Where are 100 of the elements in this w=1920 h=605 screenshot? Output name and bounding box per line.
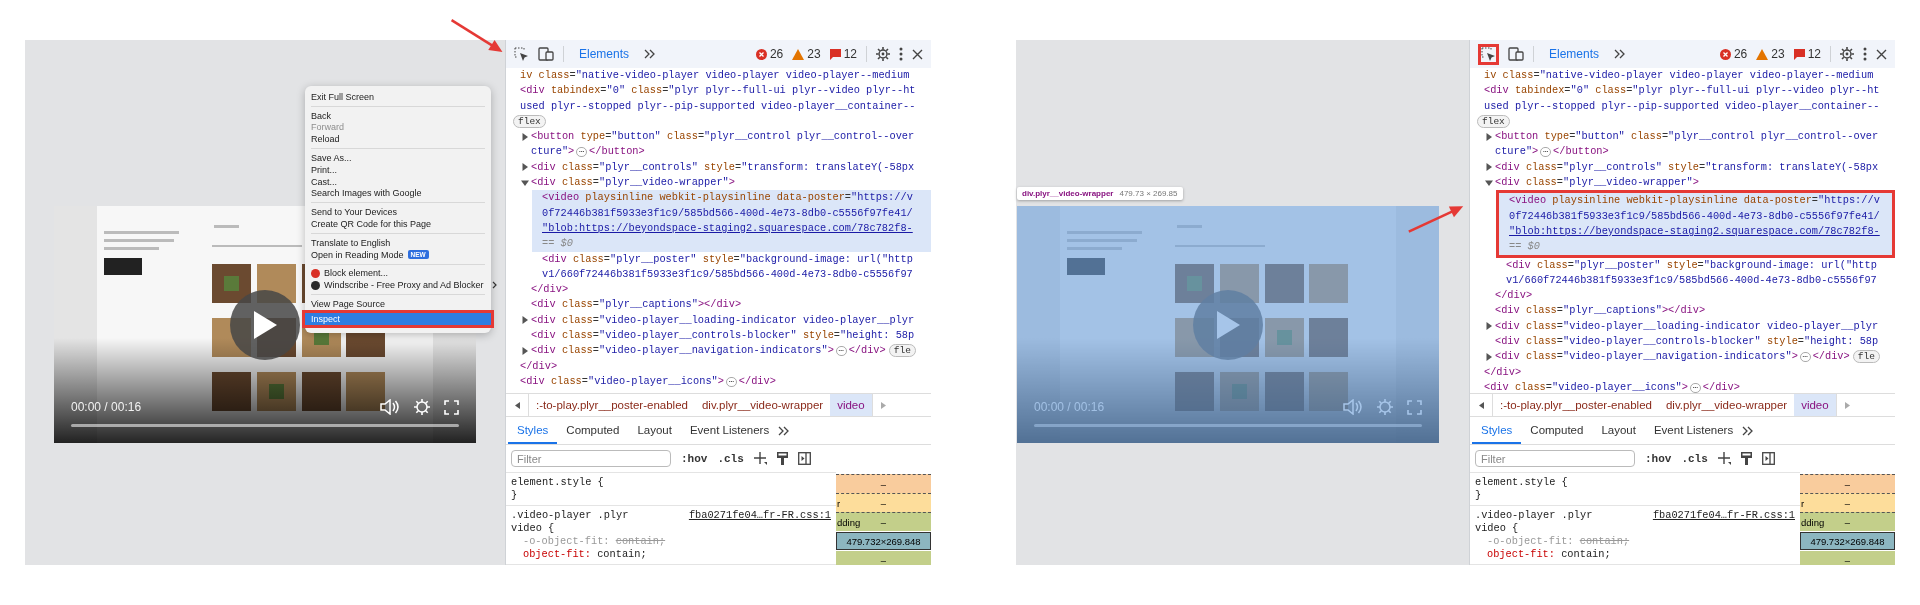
layout-badge[interactable]: fle — [1852, 350, 1880, 364]
disclosure-triangle-icon[interactable] — [1485, 178, 1493, 187]
menu-item[interactable]: Print... — [305, 164, 491, 176]
issue-count[interactable]: 12 — [1807, 47, 1821, 61]
code-line: <div class="video-player__icons"> — [520, 373, 724, 389]
disclosure-triangle-icon[interactable] — [521, 163, 529, 172]
menu-item[interactable]: View Page Source — [305, 298, 491, 310]
menu-item[interactable]: Exit Full Screen — [305, 91, 491, 103]
element-selector: div.plyr__video-wrapper — [1022, 189, 1114, 198]
box-value: – — [880, 497, 887, 509]
menu-item[interactable]: Reload — [305, 133, 491, 146]
sidebar-toggle-icon[interactable] — [797, 452, 811, 465]
code-line: </button> — [589, 144, 645, 160]
disclosure-triangle-icon[interactable] — [1485, 322, 1493, 331]
class-toggle[interactable]: .cls — [717, 452, 744, 465]
more-tabs-icon[interactable] — [778, 425, 791, 436]
code-line: <div class="plyr__captions"></div> — [1495, 303, 1706, 319]
hover-state-toggle[interactable]: :hov — [1645, 452, 1672, 465]
panel-tab[interactable]: Elements — [1543, 47, 1606, 61]
sidebar-tab[interactable]: Event Listeners — [1644, 417, 1743, 444]
plus-icon[interactable] — [753, 452, 767, 465]
warning-count[interactable]: 23 — [807, 47, 821, 61]
paint-brush-icon[interactable] — [1740, 452, 1752, 465]
device-toolbar-icon[interactable] — [1508, 47, 1524, 61]
error-count[interactable]: 26 — [1733, 47, 1748, 61]
warning-count[interactable]: 23 — [1771, 47, 1785, 61]
more-tabs-icon[interactable] — [1614, 49, 1627, 59]
code-line: </div> — [1495, 288, 1533, 304]
close-icon[interactable] — [912, 48, 923, 60]
disclosure-triangle-icon[interactable] — [521, 132, 529, 141]
menu-item[interactable]: Save As... — [305, 152, 491, 164]
disclosure-triangle-icon[interactable] — [521, 347, 529, 355]
fullscreen-icon[interactable] — [444, 399, 459, 415]
more-options-icon[interactable] — [899, 47, 903, 61]
menu-item[interactable]: Block element... — [305, 267, 491, 280]
menu-item[interactable]: Create QR Code for this Page — [305, 218, 491, 230]
stylesheet-link[interactable]: fba0271fe04…fr-FR.css:1 — [1652, 509, 1795, 522]
sidebar-tab[interactable]: Computed — [557, 417, 629, 444]
filter-field[interactable]: Filter — [511, 450, 671, 467]
menu-item[interactable]: Back — [305, 109, 491, 122]
breadcrumb[interactable]: :-to-play.plyr__poster-enabled — [529, 394, 695, 416]
settings-icon[interactable] — [1840, 47, 1854, 61]
scroll-left-icon[interactable] — [514, 401, 520, 409]
menu-item[interactable]: Inspect — [305, 312, 491, 325]
menu-item[interactable]: Cast... — [305, 175, 491, 188]
code-line: <video playsinline webkit-playsinline data-poster="https://v — [1509, 193, 1880, 209]
more-tabs-icon[interactable] — [644, 49, 657, 59]
css-declaration[interactable]: object-fit: contain; — [511, 548, 831, 561]
plus-icon[interactable] — [1717, 452, 1731, 465]
menu-item[interactable]: Send to Your Devices — [305, 206, 491, 219]
sidebar-toggle-icon[interactable] — [1761, 452, 1775, 465]
device-toolbar-icon[interactable] — [538, 47, 554, 61]
disclosure-triangle-icon[interactable] — [1485, 353, 1493, 361]
breadcrumb[interactable]: div.plyr__video-wrapper — [694, 394, 831, 416]
menu-item[interactable]: Translate to English — [305, 236, 491, 249]
css-declaration[interactable]: object-fit: contain; — [1475, 548, 1795, 561]
menu-item[interactable]: Search Images with Google — [305, 187, 491, 200]
layout-badge[interactable]: fle — [888, 344, 916, 358]
sidebar-tab[interactable]: Styles — [1472, 417, 1522, 444]
message-icon — [1793, 48, 1805, 60]
settings-icon[interactable] — [876, 47, 890, 61]
volume-icon[interactable] — [380, 399, 400, 415]
menu-item[interactable]: Windscribe - Free Proxy and Ad Blocker — [305, 279, 491, 292]
sidebar-tab[interactable]: Event Listeners — [680, 417, 779, 444]
issue-count[interactable]: 12 — [843, 47, 857, 61]
breadcrumb[interactable]: div.plyr__video-wrapper — [1658, 394, 1795, 416]
code-line: <div class="video-player__controls-blocker" style="height: 58p — [531, 328, 915, 344]
content-box: 479.732×269.848 — [1800, 532, 1895, 550]
close-icon[interactable] — [1876, 48, 1887, 60]
code-line: <div class="video-player__icons"> — [1484, 379, 1688, 395]
selected-node[interactable]: <video playsinline webkit-playsinline data-poster="https://v 0f72446b381f5933e3f1c9/585bd566-400d-4e73-8db0-c5556f97fe41/ "blob:https://beyondspace-staging2.squarespace.com/78c782f8- == $0 — [532, 190, 931, 252]
stylesheet-link[interactable]: fba0271fe04…fr-FR.css:1 — [688, 509, 831, 522]
filter-field[interactable]: Filter — [1475, 450, 1635, 467]
code-line: <div tabindex="0" class="plyr plyr--full-ui plyr--video plyr--ht — [520, 83, 916, 99]
disclosure-triangle-icon[interactable] — [521, 178, 529, 187]
disclosure-triangle-icon[interactable] — [521, 316, 529, 325]
warning-icon — [1756, 48, 1769, 60]
selected-node[interactable]: <video playsinline webkit-playsinline data-poster="https://v 0f72446b381f5933e3f1c9/585bd566-400d-4e73-8db0-c5556f97fe41/ "blob:https://beyondspace-staging2.squarespace.com/78c782f8- == $0 — [1499, 193, 1892, 255]
paint-brush-icon[interactable] — [776, 452, 788, 465]
more-tabs-icon[interactable] — [1742, 425, 1755, 436]
layout-badge[interactable]: flex — [513, 115, 546, 129]
inspect-element-icon[interactable] — [514, 46, 529, 62]
content-box: 479.732×269.848 — [836, 532, 931, 550]
class-toggle[interactable]: .cls — [1681, 452, 1708, 465]
disclosure-triangle-icon[interactable] — [1485, 163, 1493, 172]
more-options-icon[interactable] — [1863, 47, 1867, 61]
error-count[interactable]: 26 — [769, 47, 784, 61]
hover-state-toggle[interactable]: :hov — [681, 452, 708, 465]
breadcrumb[interactable]: video — [830, 394, 872, 416]
sidebar-tab[interactable]: Layout — [628, 417, 681, 444]
panel-tab[interactable]: Elements — [573, 47, 636, 61]
disclosure-triangle-icon[interactable] — [1485, 132, 1493, 141]
sidebar-tab[interactable]: Computed — [1521, 417, 1593, 444]
sidebar-tab[interactable]: Layout — [1592, 417, 1645, 444]
console-reference: == $0 — [541, 236, 573, 252]
sidebar-tab[interactable]: Styles — [508, 417, 558, 444]
breadcrumb[interactable]: :-to-play.plyr__poster-enabled — [1493, 394, 1659, 416]
layout-badge[interactable]: flex — [1477, 115, 1510, 129]
breadcrumb[interactable]: video — [1794, 394, 1836, 416]
scroll-left-icon[interactable] — [1478, 401, 1484, 409]
